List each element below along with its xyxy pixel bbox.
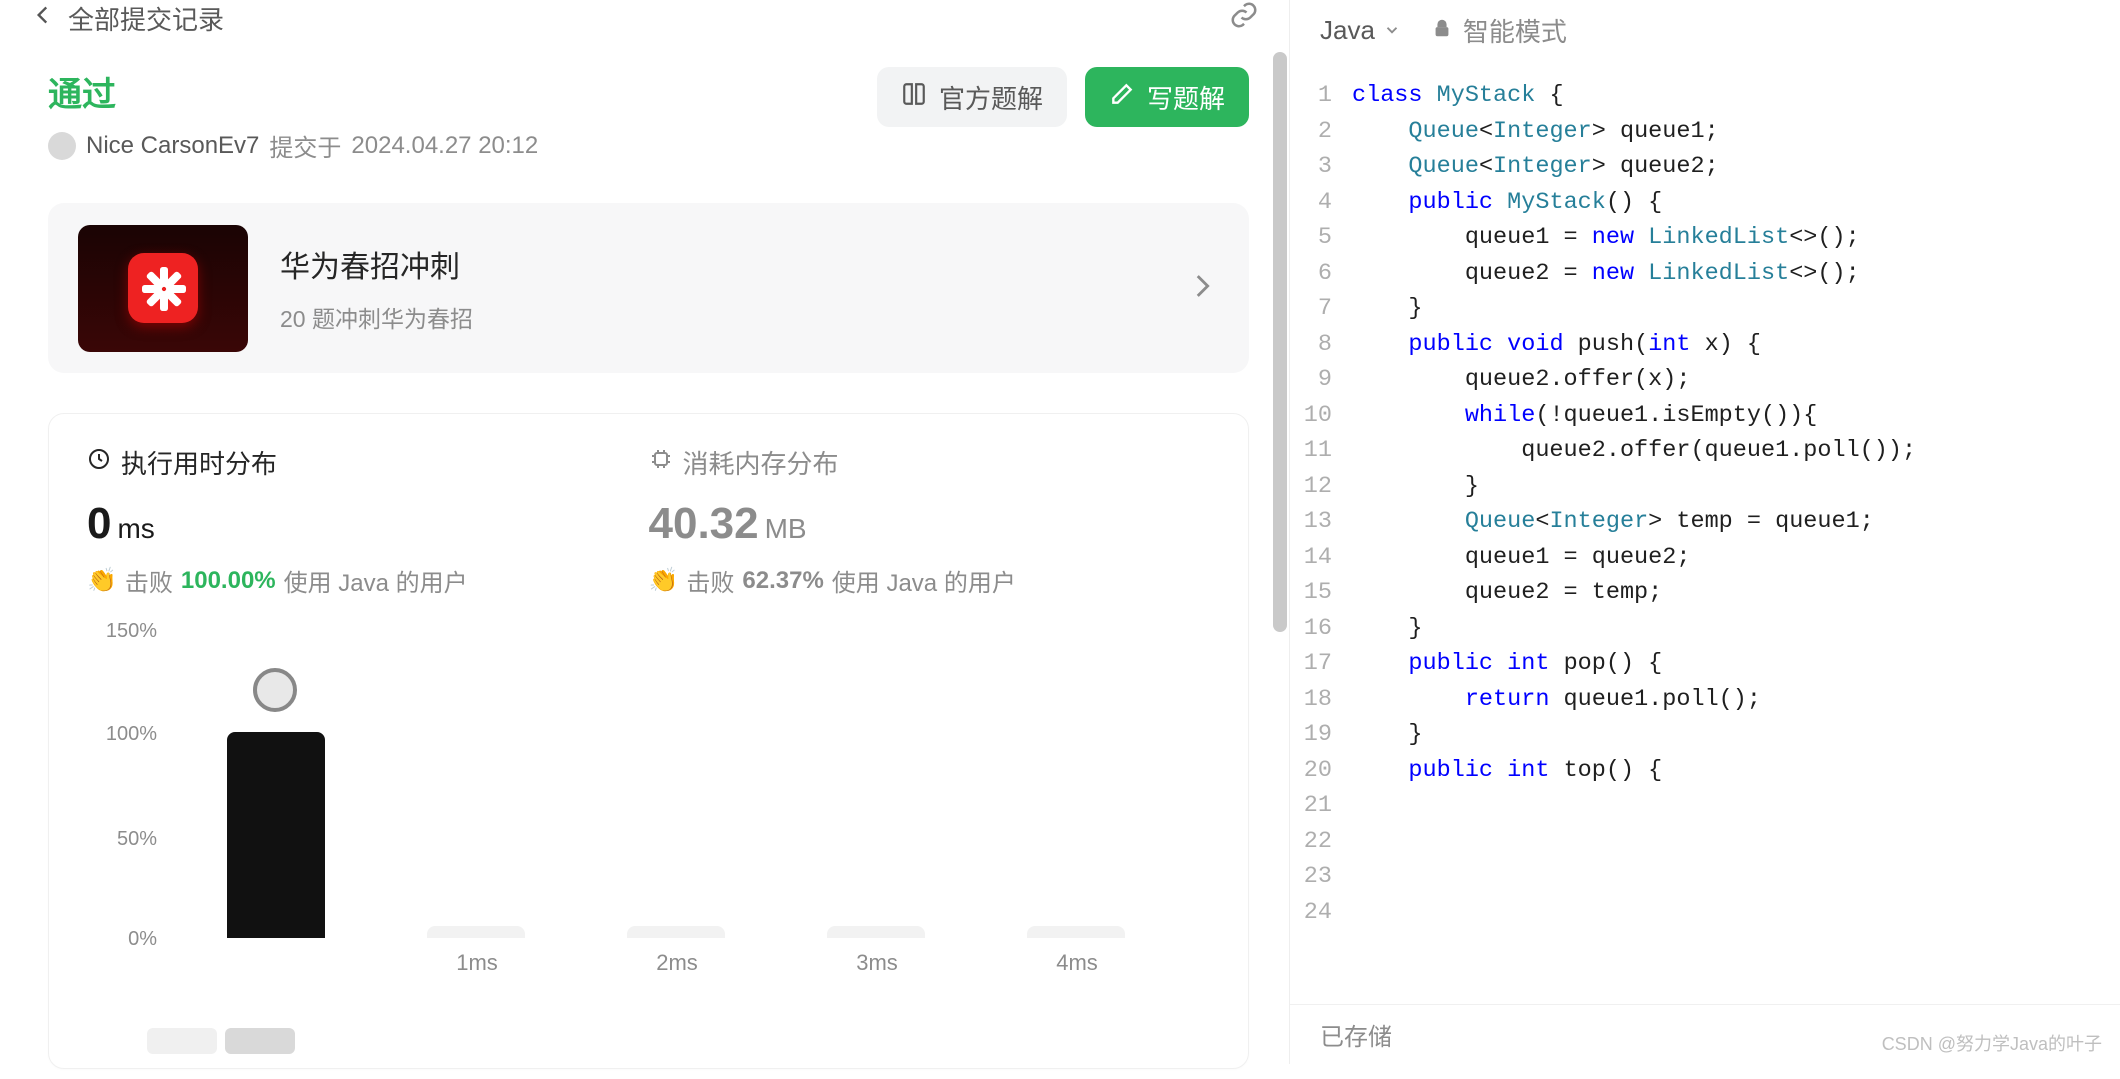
beat-prefix-2: 击败 <box>686 563 734 598</box>
clock-icon <box>87 447 111 478</box>
status-accepted: 通过 <box>48 67 877 116</box>
bar-2ms[interactable] <box>627 926 725 938</box>
watermark: CSDN @努力学Java的叶子 <box>1882 1030 2102 1056</box>
saved-label: 已存储 <box>1320 1017 1392 1052</box>
ytick-50: 50% <box>87 828 157 851</box>
official-label: 官方题解 <box>939 79 1043 116</box>
back-label: 全部提交记录 <box>68 0 224 37</box>
memory-head-label: 消耗内存分布 <box>683 444 839 481</box>
user-marker <box>253 668 297 712</box>
promo-title: 华为春招冲刺 <box>280 242 1153 286</box>
runtime-chart: 150% 100% 50% 0% 1ms 2ms 3m <box>87 628 1210 988</box>
ytick-150: 150% <box>87 620 157 643</box>
language-label: Java <box>1320 15 1375 46</box>
xtick-1ms: 1ms <box>456 950 498 976</box>
runtime-beat: 👏 击败 100.00% 使用 Java 的用户 <box>87 563 649 598</box>
promo-thumb <box>78 225 248 352</box>
xtick-3ms: 3ms <box>856 950 898 976</box>
code-editor[interactable]: 123456789101112131415161718192021222324 … <box>1290 60 2120 1004</box>
clap-icon: 👏 <box>87 566 117 595</box>
editor-header: Java 智能模式 <box>1290 0 2120 60</box>
range-segment[interactable] <box>147 1028 217 1054</box>
ytick-100: 100% <box>87 723 157 746</box>
smart-mode[interactable]: 智能模式 <box>1431 12 1567 49</box>
avatar <box>48 132 76 160</box>
runtime-value: 0 ms <box>87 499 649 549</box>
edit-icon <box>1109 81 1135 114</box>
status-row: 通过 Nice CarsonEv7 提交于 2024.04.27 20:12 官… <box>48 67 1249 163</box>
memory-col: 消耗内存分布 40.32 MB 👏 击败 62.37% 使用 Java 的用户 <box>649 444 1211 598</box>
promo-card[interactable]: 华为春招冲刺 20 题冲刺华为春招 <box>48 203 1249 373</box>
beat-prefix: 击败 <box>125 563 173 598</box>
mode-label: 智能模式 <box>1463 12 1567 49</box>
memory-beat: 👏 击败 62.37% 使用 Java 的用户 <box>649 563 1211 598</box>
bar-4ms[interactable] <box>1027 926 1125 938</box>
back-button[interactable]: 全部提交记录 <box>30 0 224 37</box>
xtick-4ms: 4ms <box>1056 950 1098 976</box>
chevron-down-icon <box>1383 15 1401 46</box>
runtime-col: 执行用时分布 0 ms 👏 击败 100.00% 使用 Java 的用户 <box>87 444 649 598</box>
ytick-0: 0% <box>87 928 157 951</box>
submitted-prefix: 提交于 <box>269 128 341 163</box>
submit-info: Nice CarsonEv7 提交于 2024.04.27 20:12 <box>48 128 877 163</box>
memory-head: 消耗内存分布 <box>649 444 1211 481</box>
code-content[interactable]: class MyStack { Queue<Integer> queue1; Q… <box>1346 78 2120 1004</box>
left-panel: 全部提交记录 通过 Nice CarsonEv7 提交于 2024.04.27 … <box>0 0 1290 1064</box>
chip-icon <box>649 447 673 478</box>
promo-subtitle: 20 题冲刺华为春招 <box>280 300 1153 334</box>
xtick-2ms: 2ms <box>656 950 698 976</box>
huawei-icon <box>128 253 198 323</box>
bar-0ms[interactable] <box>227 732 325 938</box>
write-solution-button[interactable]: 写题解 <box>1085 67 1249 127</box>
arrow-right-icon <box>1185 269 1219 308</box>
left-header: 全部提交记录 <box>0 0 1289 37</box>
bar-1ms[interactable] <box>427 926 525 938</box>
line-gutter: 123456789101112131415161718192021222324 <box>1290 78 1346 1004</box>
runtime-number: 0 <box>87 499 111 549</box>
stats-card: 执行用时分布 0 ms 👏 击败 100.00% 使用 Java 的用户 <box>48 413 1249 1069</box>
user-name[interactable]: Nice CarsonEv7 <box>86 132 259 160</box>
language-select[interactable]: Java <box>1320 15 1401 46</box>
runtime-head: 执行用时分布 <box>87 444 649 481</box>
memory-value: 40.32 MB <box>649 499 1211 549</box>
range-segment-active[interactable] <box>225 1028 295 1054</box>
write-label: 写题解 <box>1147 79 1225 116</box>
runtime-unit: ms <box>117 513 154 545</box>
memory-unit: MB <box>765 513 807 545</box>
book-icon <box>901 81 927 114</box>
runtime-head-label: 执行用时分布 <box>121 444 277 481</box>
clap-icon: 👏 <box>649 566 679 595</box>
beat-suffix-2: 使用 Java 的用户 <box>832 563 1016 598</box>
memory-pct: 62.37% <box>742 567 823 595</box>
right-panel: Java 智能模式 123456789101112131415161718192… <box>1290 0 2120 1064</box>
submitted-at: 2024.04.27 20:12 <box>351 132 538 160</box>
scrollbar-thumb[interactable] <box>1273 52 1287 632</box>
beat-suffix: 使用 Java 的用户 <box>284 563 468 598</box>
link-icon[interactable] <box>1229 0 1259 37</box>
runtime-pct: 100.00% <box>181 567 276 595</box>
arrow-left-icon <box>30 2 56 35</box>
bar-3ms[interactable] <box>827 926 925 938</box>
lock-icon <box>1431 15 1453 46</box>
memory-number: 40.32 <box>649 499 759 549</box>
official-solution-button[interactable]: 官方题解 <box>877 67 1067 127</box>
